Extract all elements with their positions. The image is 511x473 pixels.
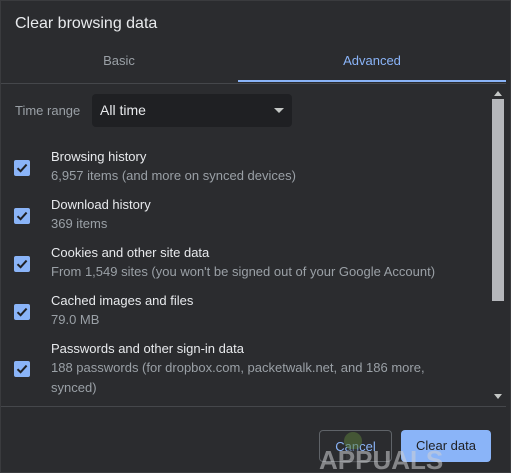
option-description: 369 items (51, 216, 108, 231)
checkbox-browsing-history[interactable] (14, 160, 30, 176)
tab-bar: Basic Advanced (1, 43, 506, 84)
settings-content: Time range All time Browsing history 6,9… (1, 84, 489, 406)
checkbox-cookies[interactable] (14, 256, 30, 272)
time-range-label: Time range (15, 103, 81, 118)
scrollbar-thumb[interactable] (492, 99, 504, 301)
scrollbar[interactable] (490, 85, 506, 405)
checkmark-icon (16, 259, 28, 269)
clear-data-button[interactable]: Clear data (401, 430, 491, 462)
checkbox-cached-images[interactable] (14, 304, 30, 320)
option-description: 188 passwords (for dropbox.com, packetwa… (51, 360, 425, 395)
cancel-button[interactable]: Cancel (319, 430, 392, 462)
tab-advanced[interactable]: Advanced (238, 43, 506, 81)
tab-basic[interactable]: Basic (1, 43, 237, 81)
option-description: 79.0 MB (51, 312, 100, 327)
option-title: Browsing history (51, 149, 147, 164)
checkmark-icon (16, 163, 28, 173)
checkmark-icon (16, 307, 28, 317)
option-title: Cached images and files (51, 293, 194, 308)
checkbox-passwords[interactable] (14, 361, 30, 377)
option-title: Download history (51, 197, 151, 212)
time-range-value: All time (100, 102, 146, 118)
clear-browsing-data-dialog: Clear browsing data Basic Advanced Time … (0, 0, 511, 473)
checkmark-icon (16, 211, 28, 221)
footer-divider (1, 406, 506, 407)
scroll-up-arrow-icon[interactable] (494, 91, 502, 96)
scroll-down-arrow-icon[interactable] (494, 394, 502, 399)
option-title: Cookies and other site data (51, 245, 210, 260)
option-description: From 1,549 sites (you won't be signed ou… (51, 264, 436, 279)
dialog-title: Clear browsing data (15, 15, 158, 32)
option-title: Passwords and other sign-in data (51, 341, 244, 356)
option-description: 6,957 items (and more on synced devices) (51, 168, 296, 183)
dropdown-arrow-icon (274, 108, 284, 113)
checkmark-icon (16, 364, 28, 374)
checkbox-download-history[interactable] (14, 208, 30, 224)
tab-selected-indicator (238, 80, 506, 82)
time-range-select[interactable]: All time (92, 94, 292, 127)
